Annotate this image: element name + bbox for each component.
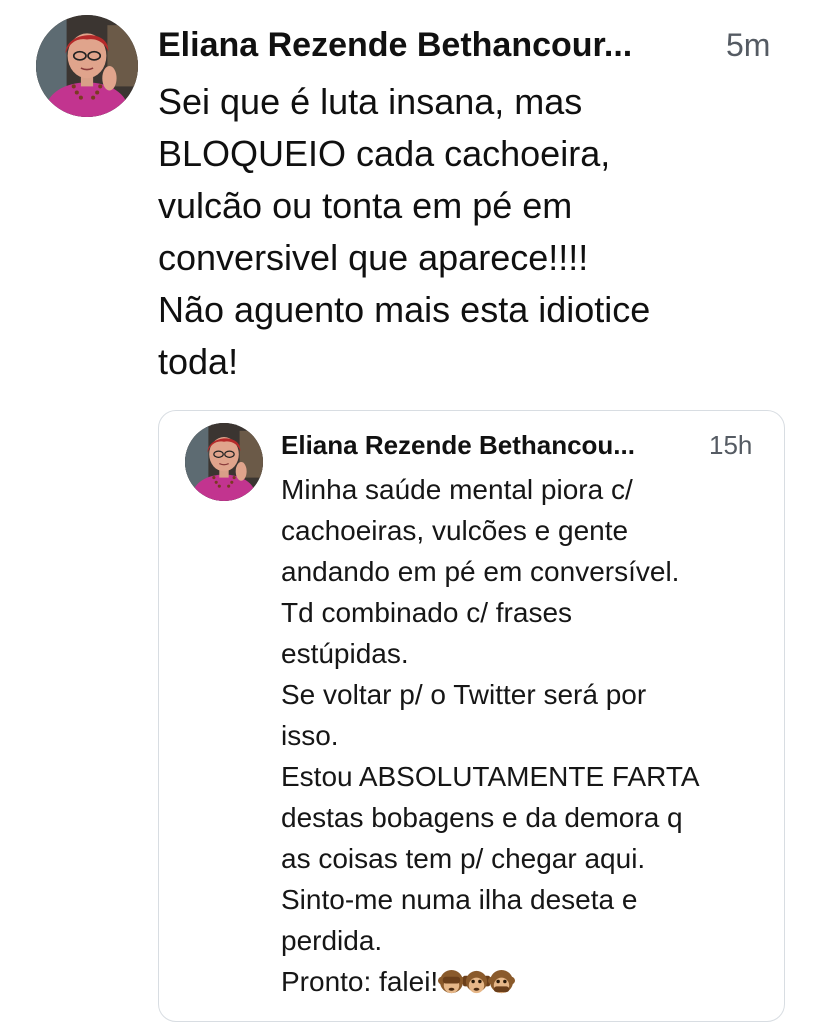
quoted-text-line: destas bobagens e da demora q <box>281 802 683 833</box>
quoted-author-name[interactable]: Eliana Rezende Bethancou... <box>281 425 635 465</box>
quoted-avatar[interactable] <box>185 423 263 501</box>
quoted-text-line: perdida. <box>281 925 383 956</box>
quoted-text-line: cachoeiras, vulcões e gente <box>281 515 629 546</box>
quoted-text-line: as coisas tem p/ chegar aqui. <box>281 843 646 874</box>
tweet[interactable]: Eliana Rezende Bethancour... 5m Sei que … <box>0 0 813 1022</box>
speak-no-evil-monkey-icon <box>488 969 516 994</box>
quoted-text-line: andando em pé em conversível. <box>281 556 680 587</box>
quoted-tweet[interactable]: Eliana Rezende Bethancou... 15h Minha sa… <box>158 410 785 1022</box>
hear-no-evil-monkey-icon <box>463 970 491 994</box>
quoted-text-last-line: Pronto: falei! <box>281 961 776 1008</box>
tweet-text-line: vulcão ou tonta em pé em <box>158 185 573 226</box>
quoted-text-line: Estou ABSOLUTAMENTE FARTA <box>281 761 700 792</box>
tweet-text: Sei que é luta insana, mas BLOQUEIO cada… <box>158 76 798 388</box>
tweet-text-line: BLOQUEIO cada cachoeira, <box>158 133 611 174</box>
avatar-photo <box>185 423 263 501</box>
quoted-text-line: Minha saúde mental piora c/ <box>281 474 633 505</box>
quoted-header: Eliana Rezende Bethancou... 15h <box>281 425 771 465</box>
author-name[interactable]: Eliana Rezende Bethancour... <box>158 22 632 68</box>
tweet-text-line: toda! <box>158 341 239 382</box>
quoted-text-line: Pronto: falei! <box>281 966 439 997</box>
quoted-text-line: Se voltar p/ o Twitter será por <box>281 679 647 710</box>
quoted-text-line: isso. <box>281 720 339 751</box>
quoted-timestamp[interactable]: 15h <box>709 425 752 465</box>
tweet-text-line: conversivel que aparece!!!! <box>158 237 589 278</box>
tweet-header: Eliana Rezende Bethancour... 5m <box>158 22 788 68</box>
monkey-emoji-group <box>438 967 516 1008</box>
quoted-text-line: Sinto-me numa ilha deseta e <box>281 884 638 915</box>
quoted-text-line: Td combinado c/ frases <box>281 597 573 628</box>
quoted-text: Minha saúde mental piora c/ cachoeiras, … <box>281 469 776 1008</box>
quoted-text-line: estúpidas. <box>281 638 409 669</box>
tweet-text-line: Não aguento mais esta idiotice <box>158 289 651 330</box>
see-no-evil-monkey-icon <box>438 969 466 994</box>
tweet-text-line: Sei que é luta insana, mas <box>158 81 583 122</box>
timestamp[interactable]: 5m <box>726 22 770 68</box>
avatar-photo <box>36 15 138 117</box>
avatar[interactable] <box>36 15 138 117</box>
